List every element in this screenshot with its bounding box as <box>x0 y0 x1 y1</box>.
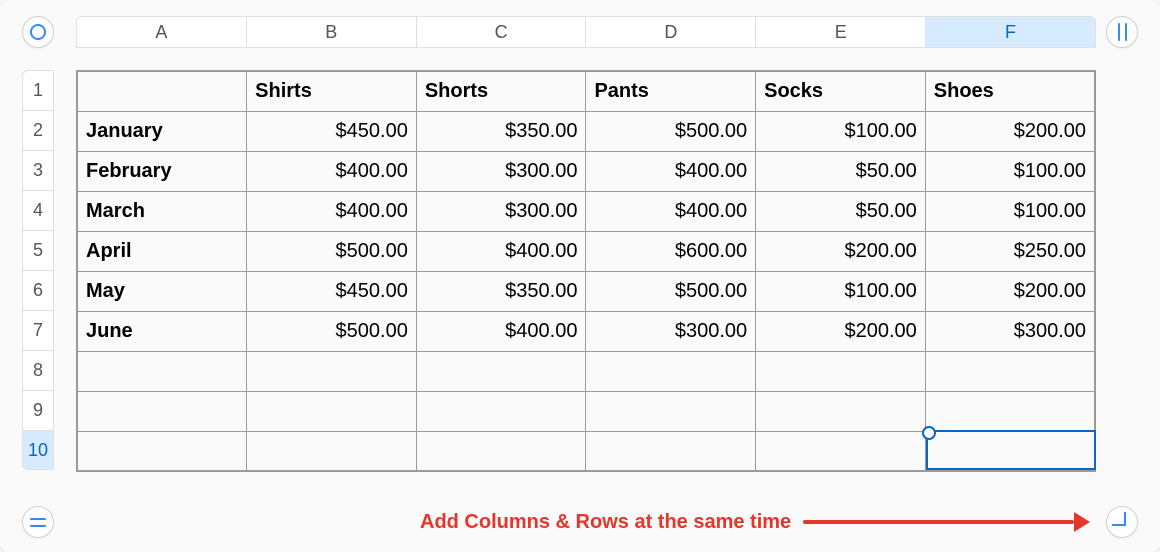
data-cell[interactable]: $350.00 <box>416 271 586 311</box>
row-label-cell[interactable]: June <box>77 311 247 351</box>
empty-cell[interactable] <box>756 431 926 471</box>
row-header-10[interactable]: 10 <box>22 430 54 470</box>
circle-icon <box>30 24 46 40</box>
empty-cell[interactable] <box>586 431 756 471</box>
data-cell[interactable]: $500.00 <box>586 111 756 151</box>
empty-cell[interactable] <box>77 351 247 391</box>
empty-cell[interactable] <box>247 351 417 391</box>
data-cell[interactable]: $400.00 <box>247 191 417 231</box>
data-cell[interactable]: $450.00 <box>247 111 417 151</box>
header-cell[interactable]: Shirts <box>247 71 417 111</box>
data-cell[interactable]: $300.00 <box>925 311 1095 351</box>
row-header-8[interactable]: 8 <box>22 350 54 390</box>
row-header-6[interactable]: 6 <box>22 270 54 310</box>
data-cell[interactable]: $200.00 <box>925 271 1095 311</box>
column-header-A[interactable]: A <box>76 16 246 48</box>
row-label-cell[interactable]: January <box>77 111 247 151</box>
column-headers: ABCDEF <box>76 16 1096 48</box>
row-label-cell[interactable]: March <box>77 191 247 231</box>
empty-cell[interactable] <box>77 431 247 471</box>
data-cell[interactable]: $400.00 <box>416 231 586 271</box>
data-cell[interactable]: $200.00 <box>925 111 1095 151</box>
empty-cell[interactable] <box>416 431 586 471</box>
data-cell[interactable]: $600.00 <box>586 231 756 271</box>
empty-cell[interactable] <box>416 351 586 391</box>
empty-cell[interactable] <box>247 431 417 471</box>
add-rows-and-columns-button[interactable] <box>1106 506 1138 538</box>
data-cell[interactable]: $100.00 <box>756 111 926 151</box>
row-header-7[interactable]: 7 <box>22 310 54 350</box>
data-cell[interactable]: $400.00 <box>586 151 756 191</box>
data-cell[interactable]: $400.00 <box>586 191 756 231</box>
data-cell[interactable]: $300.00 <box>416 191 586 231</box>
column-header-B[interactable]: B <box>246 16 416 48</box>
empty-cell[interactable] <box>925 351 1095 391</box>
data-cell[interactable]: $200.00 <box>756 311 926 351</box>
annotation: Add Columns & Rows at the same time <box>420 506 1096 538</box>
row-header-5[interactable]: 5 <box>22 230 54 270</box>
header-cell[interactable]: Shorts <box>416 71 586 111</box>
data-cell[interactable]: $100.00 <box>756 271 926 311</box>
empty-cell[interactable] <box>77 391 247 431</box>
rows-icon <box>30 518 46 527</box>
data-cell[interactable]: $50.00 <box>756 191 926 231</box>
data-cell[interactable]: $450.00 <box>247 271 417 311</box>
column-header-E[interactable]: E <box>755 16 925 48</box>
header-cell-empty[interactable] <box>77 71 247 111</box>
empty-cell[interactable] <box>756 391 926 431</box>
row-label-cell[interactable]: April <box>77 231 247 271</box>
empty-cell[interactable] <box>756 351 926 391</box>
arrow-icon <box>803 512 1090 532</box>
data-cell[interactable]: $250.00 <box>925 231 1095 271</box>
add-columns-button[interactable] <box>1106 16 1138 48</box>
row-label-cell[interactable]: February <box>77 151 247 191</box>
data-cell[interactable]: $100.00 <box>925 151 1095 191</box>
row-header-2[interactable]: 2 <box>22 110 54 150</box>
row-label-cell[interactable]: May <box>77 271 247 311</box>
row-header-3[interactable]: 3 <box>22 150 54 190</box>
spreadsheet-view: ABCDEF 12345678910 ShirtsShortsPantsSock… <box>0 0 1160 552</box>
header-cell[interactable]: Shoes <box>925 71 1095 111</box>
header-cell[interactable]: Socks <box>756 71 926 111</box>
empty-cell[interactable] <box>247 391 417 431</box>
column-header-C[interactable]: C <box>416 16 586 48</box>
empty-cell[interactable] <box>586 391 756 431</box>
data-cell[interactable]: $200.00 <box>756 231 926 271</box>
data-cell[interactable]: $50.00 <box>756 151 926 191</box>
header-cell[interactable]: Pants <box>586 71 756 111</box>
data-cell[interactable]: $300.00 <box>586 311 756 351</box>
row-header-1[interactable]: 1 <box>22 70 54 110</box>
data-cell[interactable]: $350.00 <box>416 111 586 151</box>
annotation-text: Add Columns & Rows at the same time <box>420 511 791 534</box>
empty-cell[interactable] <box>416 391 586 431</box>
empty-cell[interactable] <box>925 431 1095 471</box>
data-cell[interactable]: $500.00 <box>247 311 417 351</box>
row-headers: 12345678910 <box>22 70 54 470</box>
column-header-F[interactable]: F <box>925 16 1096 48</box>
row-header-4[interactable]: 4 <box>22 190 54 230</box>
corner-icon <box>1112 512 1126 526</box>
data-cell[interactable]: $500.00 <box>586 271 756 311</box>
data-cell[interactable]: $400.00 <box>247 151 417 191</box>
row-header-9[interactable]: 9 <box>22 390 54 430</box>
column-header-D[interactable]: D <box>585 16 755 48</box>
data-cell[interactable]: $100.00 <box>925 191 1095 231</box>
empty-cell[interactable] <box>925 391 1095 431</box>
data-cell[interactable]: $300.00 <box>416 151 586 191</box>
data-cell[interactable]: $400.00 <box>416 311 586 351</box>
table-handle-top-left[interactable] <box>22 16 54 48</box>
columns-icon <box>1118 23 1127 41</box>
spreadsheet-table[interactable]: ShirtsShortsPantsSocksShoesJanuary$450.0… <box>76 70 1096 472</box>
add-rows-button[interactable] <box>22 506 54 538</box>
empty-cell[interactable] <box>586 351 756 391</box>
data-cell[interactable]: $500.00 <box>247 231 417 271</box>
